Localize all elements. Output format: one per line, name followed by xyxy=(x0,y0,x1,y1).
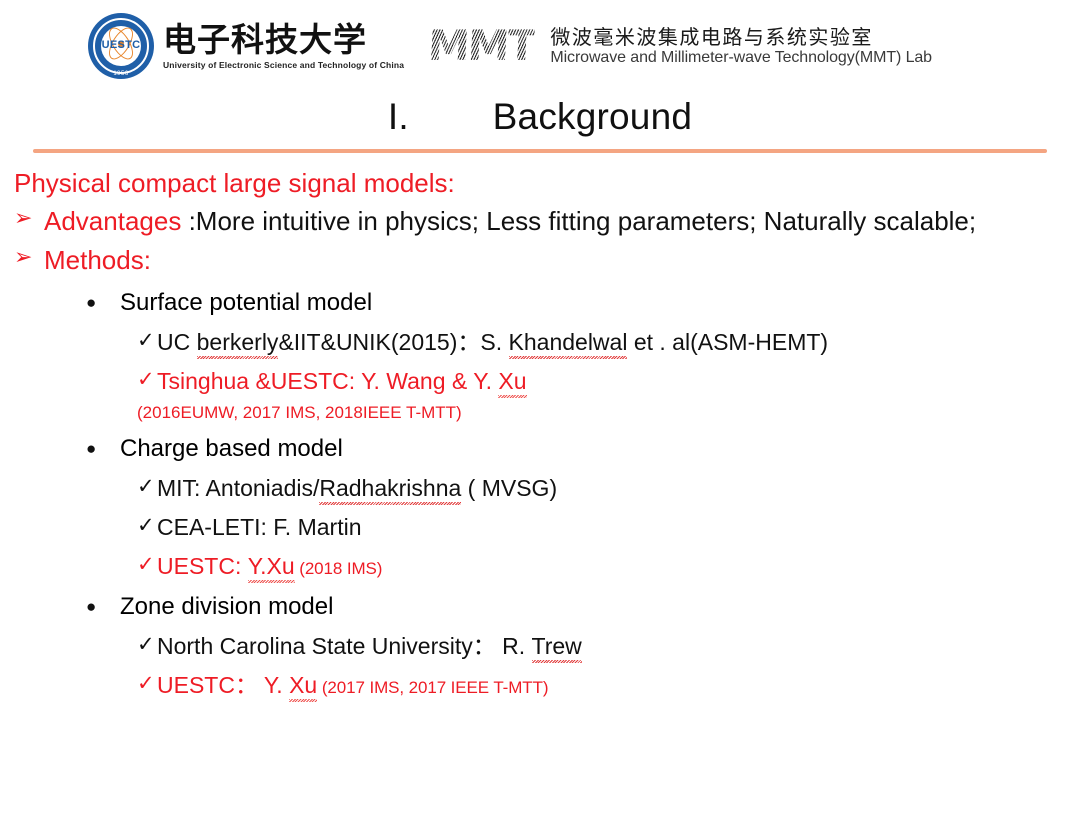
advantages-text: Advantages :More intuitive in physics; L… xyxy=(44,205,1080,238)
arrow-bullet-icon: ➢ xyxy=(14,244,33,270)
spellcheck-underlined-text: berkerly xyxy=(196,328,279,359)
check-bullet-icon: ✓ xyxy=(137,367,155,391)
uestc-seal-logo: UESTC 1956 xyxy=(88,13,154,79)
publication-reference: (2017 IMS, 2017 IEEE T-MTT) xyxy=(317,678,549,698)
reference-item: ✓ UESTC： Y. Xu (2017 IMS, 2017 IEEE T-MTT… xyxy=(137,671,1080,702)
check-bullet-icon: ✓ xyxy=(137,328,155,352)
advantages-label: Advantages xyxy=(44,206,189,236)
check-bullet-icon: ✓ xyxy=(137,513,155,537)
university-logo-block: UESTC 1956 电子科技大学 University of Electron… xyxy=(88,13,404,79)
check-bullet-icon: ✓ xyxy=(137,552,155,576)
disc-bullet-icon: ● xyxy=(86,596,97,616)
mmt-lab-block: MMT 微波毫米波集成电路与系统实验室 Microwave and Millim… xyxy=(426,21,932,70)
reference-text: MIT: Antoniadis/Radhakrishna ( MVSG) xyxy=(157,474,558,505)
text-run: UESTC： Y. xyxy=(157,672,290,699)
lab-name-en: Microwave and Millimeter-wave Technology… xyxy=(550,48,932,66)
text-run: UESTC: xyxy=(157,552,248,579)
spellcheck-underlined-text: Y.Xu xyxy=(247,552,295,583)
check-bullet-icon: ✓ xyxy=(137,474,155,498)
spellcheck-underlined-text: Radhakrishna xyxy=(319,474,462,505)
seal-year: 1956 xyxy=(113,71,129,77)
group-heading: ● Charge based model xyxy=(86,434,1080,464)
reference-item: ✓ UC berkerly&IIT&UNIK(2015)：S. Khandelwa… xyxy=(137,328,1080,359)
reference-item: ✓ MIT: Antoniadis/Radhakrishna ( MVSG) xyxy=(137,474,1080,505)
text-run: CEA-LETI: F. Martin xyxy=(157,513,362,540)
text-run: MIT: Antoniadis/ xyxy=(157,474,320,501)
advantages-body: :More intuitive in physics; Less fitting… xyxy=(188,206,977,236)
spellcheck-underlined-text: Xu xyxy=(289,672,318,702)
seal-acronym: UESTC xyxy=(101,39,141,51)
reference-text: CEA-LETI: F. Martin xyxy=(157,513,361,542)
disc-bullet-icon: ● xyxy=(86,438,97,458)
lab-name-cn: 微波毫米波集成电路与系统实验室 xyxy=(550,24,873,49)
methods-label: Methods: xyxy=(44,244,151,275)
reference-text: UESTC: Y.Xu (2018 IMS) xyxy=(157,552,383,583)
group-title: Zone division model xyxy=(120,592,334,620)
disc-bullet-icon: ● xyxy=(86,292,97,312)
method-groups: ● Surface potential model ✓ UC berkerly&IIT… xyxy=(0,288,1080,702)
spellcheck-underlined-text: Trew xyxy=(531,633,583,663)
group-title: Surface potential model xyxy=(120,288,373,316)
publication-reference: (2016EUMW, 2017 IMS, 2018IEEE T-MTT) xyxy=(137,402,462,422)
check-bullet-icon: ✓ xyxy=(137,672,155,696)
slide-header: UESTC 1956 电子科技大学 University of Electron… xyxy=(0,0,1080,92)
text-run: North Carolina State University： R. xyxy=(157,633,532,660)
reference-text: Tsinghua &UESTC: Y. Wang & Y. Xu xyxy=(157,367,527,398)
university-names: 电子科技大学 University of Electronic Science … xyxy=(163,22,404,71)
text-run: et . al(ASM-HEMT) xyxy=(627,328,829,355)
lead-heading: Physical compact large signal models: xyxy=(14,168,455,198)
slide-content: Physical compact large signal models: ➢ … xyxy=(0,168,1080,702)
arrow-bullet-icon: ➢ xyxy=(14,206,33,231)
reference-text: North Carolina State University： R. Trew xyxy=(157,632,583,663)
group-heading: ● Zone division model xyxy=(86,592,1080,622)
group-heading: ● Surface potential model xyxy=(86,288,1080,318)
bullet-advantages: ➢ Advantages :More intuitive in physics;… xyxy=(14,205,1080,238)
lab-names: 微波毫米波集成电路与系统实验室 Microwave and Millimeter… xyxy=(550,26,932,67)
group-title: Charge based model xyxy=(120,434,343,462)
reference-item: ✓ UESTC: Y.Xu (2018 IMS) xyxy=(137,552,1080,583)
title-divider xyxy=(33,149,1047,153)
mmt-wordmark-logo: MMT xyxy=(426,21,536,70)
spellcheck-underlined-text: Xu xyxy=(498,367,527,398)
slide-title: I. Background xyxy=(387,96,693,137)
reference-text: UESTC： Y. Xu (2017 IMS, 2017 IEEE T-MTT) xyxy=(157,671,549,702)
spellcheck-underlined-text: Khandelwal xyxy=(508,328,628,359)
text-run: &IIT&UNIK(2015)：S. xyxy=(278,328,509,355)
reference-text: UC berkerly&IIT&UNIK(2015)：S. Khandelwal… xyxy=(157,328,829,359)
bullet-methods: ➢ Methods: xyxy=(14,244,1080,277)
reference-item: ✓ CEA-LETI: F. Martin xyxy=(137,513,1080,542)
text-run: ( MVSG) xyxy=(461,474,558,501)
text-run: Tsinghua &UESTC: Y. Wang & Y. xyxy=(157,367,499,394)
university-name-en: University of Electronic Science and Tec… xyxy=(163,60,405,71)
reference-item: ✓ Tsinghua &UESTC: Y. Wang & Y. Xu xyxy=(137,367,1080,398)
reference-item: ✓ North Carolina State University： R. Tre… xyxy=(137,632,1080,663)
check-bullet-icon: ✓ xyxy=(137,633,155,657)
publication-reference: (2018 IMS) xyxy=(294,558,383,578)
text-run: UC xyxy=(157,328,197,355)
university-name-cn: 电子科技大学 xyxy=(163,19,367,59)
